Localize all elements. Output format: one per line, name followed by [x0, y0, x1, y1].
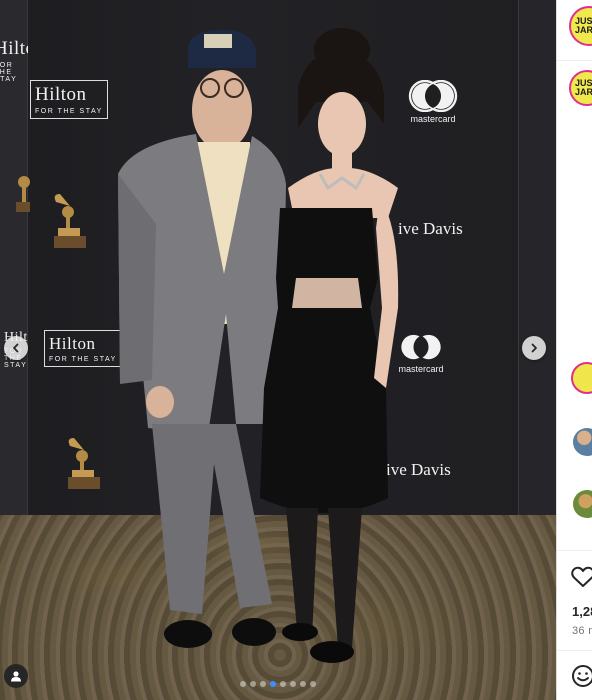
grammy-icon [68, 438, 100, 489]
chevron-left-icon [13, 343, 19, 353]
grammy-icon [16, 176, 30, 212]
carousel-dot [280, 681, 286, 687]
account-avatar[interactable]: JUST JARED [569, 6, 592, 46]
post-sidebar: JUST JARED JUST JARED 1,28 36 m [556, 0, 592, 700]
post-media-carousel[interactable]: Hilton FOR THE STAY Hilton FOR THE STAY … [0, 0, 556, 700]
carousel-dot [270, 681, 276, 687]
carousel-dot [290, 681, 296, 687]
post-author-avatar[interactable]: JUST JARED [569, 70, 592, 106]
carousel-dot [250, 681, 256, 687]
carousel-dot [310, 681, 316, 687]
sidebar-divider [557, 650, 592, 651]
carousel-dot [300, 681, 306, 687]
carousel-dot [240, 681, 246, 687]
chevron-right-icon [531, 343, 537, 353]
carousel-dot [260, 681, 266, 687]
likes-count[interactable]: 1,28 [572, 604, 592, 619]
post-timestamp[interactable]: 36 m [572, 625, 592, 637]
mastercard-sponsor: mastercard [407, 80, 459, 124]
sidebar-divider [557, 550, 592, 551]
commenter-avatar[interactable] [573, 428, 592, 456]
woman-in-black-dress-figure [260, 28, 399, 663]
carousel-pagination [0, 681, 556, 687]
backdrop-panel-right [518, 0, 556, 550]
carousel-prev-button[interactable] [4, 336, 28, 360]
commenter-avatar[interactable] [573, 490, 592, 518]
hilton-logo-partial: Hilton FOR THE STAY [0, 38, 28, 83]
commenter-avatar[interactable] [571, 362, 592, 394]
heart-icon[interactable] [571, 566, 592, 588]
sidebar-divider [557, 60, 592, 61]
mastercard-logo [408, 80, 458, 112]
hilton-logo: Hilton FOR THE STAY [44, 330, 122, 367]
carousel-next-button[interactable] [522, 336, 546, 360]
hilton-logo: Hilton FOR THE STAY [30, 80, 108, 119]
grammy-icon [54, 194, 86, 248]
emoji-icon[interactable] [571, 664, 592, 688]
